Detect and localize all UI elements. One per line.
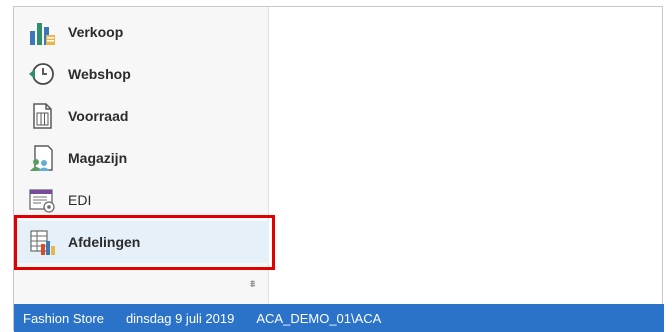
sidebar-item-label: Verkoop [68, 24, 124, 40]
status-user: ACA_DEMO_01\ACA [256, 310, 382, 326]
sidebar-item-afdelingen[interactable]: Afdelingen [14, 221, 269, 263]
departments-grid-icon [26, 226, 58, 258]
navigation-sidebar: Verkoop Webshop Voorraad Magazijn EDI Af… [14, 7, 275, 304]
sales-chart-icon [26, 16, 58, 48]
inventory-document-icon [26, 100, 58, 132]
status-store-name: Fashion Store [23, 310, 104, 326]
sidebar-item-webshop[interactable]: Webshop [14, 53, 269, 95]
sidebar-item-voorraad[interactable]: Voorraad [14, 95, 269, 137]
status-bar: Fashion Store dinsdag 9 juli 2019 ACA_DE… [14, 304, 664, 332]
sidebar-item-label: Webshop [68, 66, 131, 82]
sidebar-item-magazijn[interactable]: Magazijn [14, 137, 269, 179]
overflow-chevron-icon[interactable]: ⩩ [250, 279, 255, 290]
application-window: Verkoop Webshop Voorraad Magazijn EDI Af… [13, 6, 664, 332]
warehouse-people-icon [26, 142, 58, 174]
sidebar-item-label: EDI [68, 192, 92, 208]
status-date: dinsdag 9 juli 2019 [125, 310, 235, 326]
sidebar-item-label: Voorraad [68, 108, 129, 124]
sidebar-item-verkoop[interactable]: Verkoop [14, 11, 269, 53]
edi-form-icon [26, 184, 58, 216]
sidebar-item-label: Magazijn [68, 150, 128, 166]
sidebar-item-edi[interactable]: EDI [14, 179, 269, 221]
sidebar-item-label: Afdelingen [68, 234, 141, 250]
webshop-clock-icon [26, 58, 58, 90]
